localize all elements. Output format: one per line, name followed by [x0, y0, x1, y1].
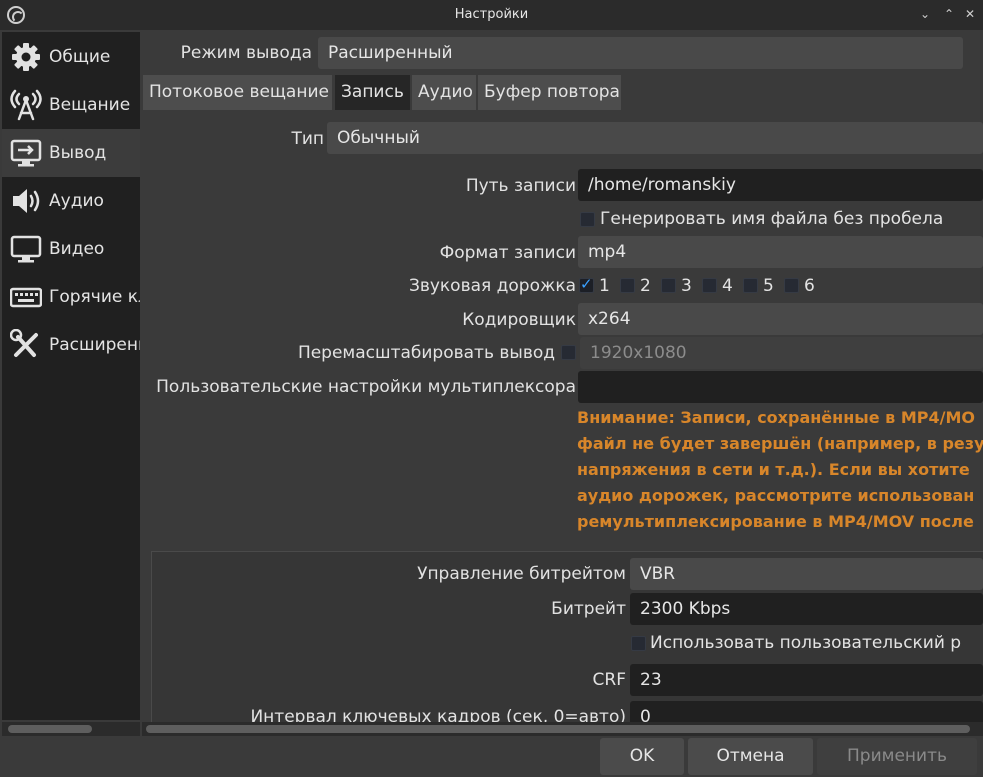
sidebar-item-label: Аудио [49, 191, 104, 211]
cancel-button[interactable]: Отмена [688, 738, 813, 775]
rate-control-select[interactable]: VBR [630, 558, 983, 590]
close-icon[interactable]: ✕ [962, 6, 978, 22]
record-format-label: Формат записи [439, 243, 576, 263]
warning-line: аудио дорожек, рассмотрите использован [577, 486, 975, 505]
warning-line: файл не будет завершён (например, в резу [577, 434, 983, 453]
audio-track-2-label: 2 [640, 276, 651, 296]
muxer-settings-input[interactable] [578, 371, 983, 403]
tools-icon [9, 328, 43, 362]
sidebar-item-label: Видео [49, 239, 105, 259]
muxer-settings-label: Пользовательские настройки мультиплексор… [156, 377, 576, 397]
window-title: Настройки [454, 7, 529, 22]
audio-track-6-label: 6 [804, 276, 815, 296]
record-format-select[interactable]: mp4 [578, 236, 983, 268]
rescale-label: Перемасштабировать вывод [297, 343, 555, 363]
mp4-warning-text: Внимание: Записи, сохранённые в MP4/MO ф… [577, 405, 983, 535]
sidebar-item-label: Расширени [49, 335, 140, 355]
crf-label: CRF [592, 670, 626, 690]
sidebar-item-label: Горячие кл [49, 287, 140, 307]
audio-track-5-checkbox[interactable] [743, 278, 758, 293]
audio-track-3-label: 3 [681, 276, 692, 296]
type-label: Тип [291, 129, 324, 149]
record-path-input[interactable]: /home/romanskiy [578, 169, 983, 201]
audio-track-3-checkbox[interactable] [661, 278, 676, 293]
warning-line: напряжения в сети и т.д.). Если вы хотит… [577, 460, 970, 479]
encoder-select[interactable]: x264 [578, 303, 983, 335]
output-monitor-icon [9, 136, 43, 170]
rescale-checkbox[interactable] [561, 345, 576, 360]
sidebar-item-general[interactable]: Общие [2, 33, 140, 81]
sidebar-item-label: Вещание [49, 95, 131, 115]
audio-track-4-label: 4 [722, 276, 733, 296]
audio-track-2-checkbox[interactable] [620, 278, 635, 293]
monitor-icon [9, 232, 43, 266]
gear-icon [9, 40, 43, 74]
tab-recording[interactable]: Запись [335, 75, 410, 110]
sidebar-scrollbar-thumb[interactable] [8, 725, 92, 733]
main-scrollbar[interactable] [142, 722, 983, 736]
sidebar-item-hotkeys[interactable]: Горячие кл [2, 273, 140, 321]
audio-track-6-checkbox[interactable] [784, 278, 799, 293]
keyframe-interval-input[interactable]: 0 [630, 701, 983, 724]
sidebar-item-label: Общие [49, 47, 111, 67]
title-bar: Настройки ⌄ ⌃ ✕ [0, 0, 983, 30]
crf-input[interactable]: 23 [630, 664, 983, 696]
tab-audio[interactable]: Аудио [412, 75, 476, 110]
sidebar-item-label: Вывод [49, 143, 107, 163]
audio-track-5-label: 5 [763, 276, 774, 296]
audio-track-4-checkbox[interactable] [702, 278, 717, 293]
speaker-icon [9, 184, 43, 218]
bitrate-input[interactable]: 2300 Kbps [630, 593, 983, 625]
keyboard-icon [9, 280, 43, 314]
warning-line: ремультиплексирование в MP4/MOV после [577, 512, 974, 531]
type-select[interactable]: Обычный [327, 122, 983, 154]
audio-track-label: Звуковая дорожка [408, 276, 576, 296]
sidebar-item-stream[interactable]: Вещание [2, 81, 140, 129]
audio-track-1-checkbox[interactable] [579, 275, 594, 293]
output-mode-select[interactable]: Расширенный [318, 37, 963, 69]
sidebar-item-output[interactable]: Вывод [2, 129, 140, 177]
audio-track-1-label: 1 [599, 276, 610, 296]
sidebar-item-advanced[interactable]: Расширени [2, 321, 140, 369]
output-settings-panel: Режим вывода Расширенный Потоковое вещан… [140, 32, 983, 724]
tab-streaming[interactable]: Потоковое вещание [143, 75, 332, 110]
ok-button[interactable]: OK [600, 738, 684, 775]
main-scrollbar-thumb[interactable] [146, 725, 970, 733]
broadcast-antenna-icon [9, 88, 43, 122]
tab-replay-buffer[interactable]: Буфер повтора [478, 75, 621, 110]
apply-button[interactable]: Применить [817, 738, 977, 775]
maximize-icon[interactable]: ⌃ [941, 6, 957, 22]
settings-sidebar: Общие Вещание Вывод Аудио Видео Горячие … [2, 32, 140, 720]
custom-buffer-checkbox[interactable] [631, 636, 646, 651]
encoder-label: Кодировщик [462, 310, 576, 330]
warning-line: Внимание: Записи, сохранённые в MP4/MO [577, 408, 975, 427]
output-mode-label: Режим вывода [180, 43, 312, 63]
custom-buffer-label: Использовать пользовательский р [650, 633, 962, 653]
bitrate-label: Битрейт [551, 599, 626, 619]
sidebar-item-audio[interactable]: Аудио [2, 177, 140, 225]
no-space-filename-label: Генерировать имя файла без пробела [600, 209, 944, 229]
sidebar-scrollbar[interactable] [2, 722, 140, 736]
rescale-resolution-select[interactable]: 1920x1080 [580, 337, 983, 369]
rate-control-label: Управление битрейтом [417, 564, 626, 584]
no-space-filename-checkbox[interactable] [580, 212, 595, 227]
record-path-label: Путь записи [465, 176, 576, 196]
minimize-icon[interactable]: ⌄ [917, 6, 933, 22]
sidebar-item-video[interactable]: Видео [2, 225, 140, 273]
